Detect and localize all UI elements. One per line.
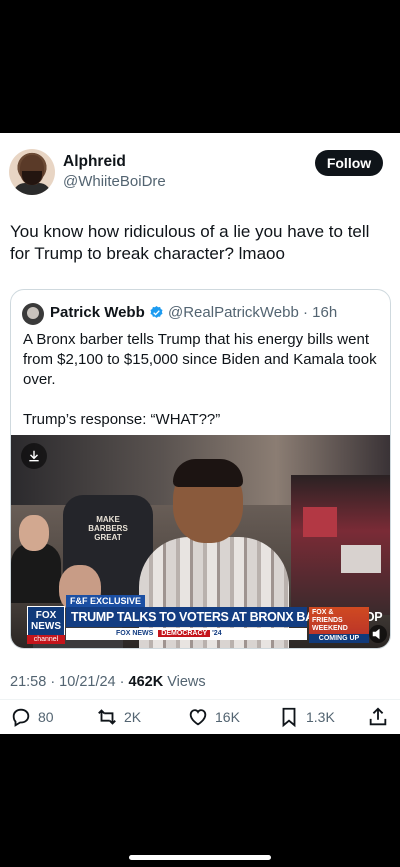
quoted-author-avatar — [22, 303, 44, 325]
author-avatar[interactable] — [9, 149, 55, 195]
views-label: Views — [163, 674, 206, 690]
home-indicator[interactable] — [129, 855, 271, 860]
quoted-tweet[interactable]: Patrick Webb @RealPatrickWebb · 16h A Br… — [10, 289, 391, 649]
bottom-black-bar — [0, 734, 400, 867]
ticker-year: '24 — [212, 630, 222, 637]
tweet-card: Alphreid @WhiiteBoiDre Follow You know h… — [0, 133, 400, 734]
ticker-democracy: DEMOCRACY — [158, 630, 211, 637]
quoted-paragraph-2: Trump’s response: “WHAT??” — [23, 411, 221, 428]
bookmark-count: 1.3K — [306, 709, 335, 725]
divider — [0, 699, 400, 700]
fox-exclusive-tag: F&F EXCLUSIVE — [66, 595, 146, 607]
quoted-text: A Bronx barber tells Trump that his ener… — [23, 330, 383, 450]
share-button[interactable] — [367, 704, 389, 730]
top-black-bar — [0, 0, 400, 133]
fox-channel-label: channel — [27, 635, 65, 644]
download-icon[interactable] — [21, 443, 47, 469]
heart-icon — [189, 709, 207, 726]
mute-icon[interactable] — [369, 625, 387, 643]
follow-button[interactable]: Follow — [315, 150, 383, 176]
repost-icon — [98, 709, 116, 725]
side-sub: WEEKEND — [312, 625, 348, 632]
shelf-item — [341, 545, 381, 573]
speaker-hair — [173, 459, 243, 487]
fox-ticker: FOX NEWS DEMOCRACY '24 — [66, 628, 307, 640]
shirt-slogan: MAKE BARBERS GREAT — [88, 515, 128, 542]
author-display-name[interactable]: Alphreid — [63, 153, 126, 171]
reply-button[interactable]: 80 — [10, 704, 54, 730]
bystander-head — [19, 515, 49, 551]
bystander — [11, 543, 61, 603]
reply-icon — [12, 708, 30, 727]
author-handle[interactable]: @WhiiteBoiDre — [63, 173, 166, 190]
bookmark-icon — [282, 707, 296, 728]
reply-count: 80 — [38, 709, 54, 725]
share-icon — [369, 707, 387, 726]
like-button[interactable]: 16K — [187, 704, 240, 730]
action-bar: 80 2K 16K 1.3K — [0, 704, 400, 732]
quoted-paragraph-1: A Bronx barber tells Trump that his ener… — [23, 331, 377, 388]
tweet-timestamp: 21:58 · 10/21/24 · 462K Views — [10, 674, 206, 690]
timestamp-date: 21:58 · 10/21/24 · — [10, 674, 129, 690]
quoted-author-name: Patrick Webb — [50, 304, 145, 321]
views-count: 462K — [128, 674, 164, 690]
repost-count: 2K — [124, 709, 142, 725]
coming-up-label: COMING UP — [309, 634, 369, 643]
like-count: 16K — [215, 709, 240, 725]
verified-badge-icon — [150, 305, 163, 318]
repost-button[interactable]: 2K — [96, 704, 141, 730]
video-thumbnail[interactable]: MAKE BARBERS GREAT F&F EXCLUSIVE FOX NEW… — [11, 435, 390, 648]
fox-news-logo: FOX NEWS — [27, 606, 65, 636]
side-brand: FOX & FRIENDS — [312, 609, 343, 624]
tweet-text: You know how ridiculous of a lie you hav… — [10, 222, 370, 263]
bookmark-button[interactable]: 1.3K — [278, 704, 335, 730]
ticker-brand: FOX NEWS — [116, 630, 154, 637]
fox-headline: TRUMP TALKS TO VOTERS AT BRONX BARBERSHO… — [66, 607, 383, 627]
quoted-handle-time: @RealPatrickWebb · 16h — [168, 304, 338, 321]
shelf-item — [303, 507, 337, 537]
